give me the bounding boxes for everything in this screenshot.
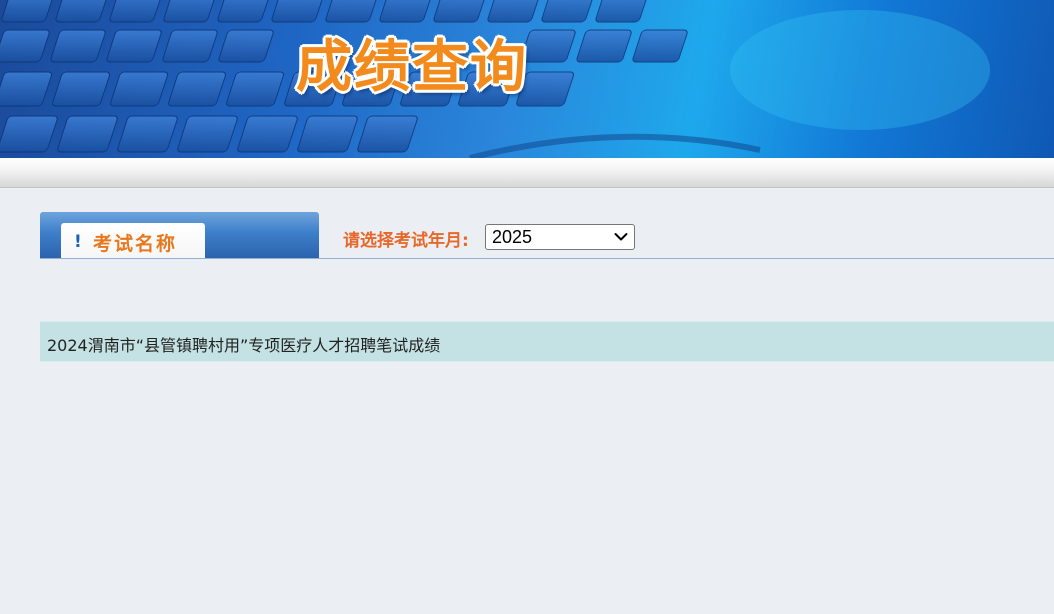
tab-underline	[40, 258, 1054, 259]
page-title: 成绩查询	[296, 34, 528, 100]
exclamation-icon: !	[74, 232, 82, 252]
header-divider-strip	[0, 158, 1054, 188]
chevron-down-icon	[614, 233, 628, 241]
tab-exam-name[interactable]: ! 考试名称	[40, 212, 319, 258]
tab-label-box: ! 考试名称	[61, 223, 205, 258]
year-select-value: 2025	[492, 227, 533, 247]
year-select[interactable]: 2025	[485, 224, 635, 250]
tab-label: 考试名称	[93, 233, 178, 255]
exam-title-link[interactable]: 2024渭南市“县管镇聘村用”专项医疗人才招聘笔试成绩	[47, 332, 440, 356]
exam-list-item[interactable]: 2024渭南市“县管镇聘村用”专项医疗人才招聘笔试成绩	[40, 321, 1054, 362]
header-banner: 成绩查询	[0, 0, 1054, 158]
year-filter-label: 请选择考试年月:	[343, 231, 469, 251]
